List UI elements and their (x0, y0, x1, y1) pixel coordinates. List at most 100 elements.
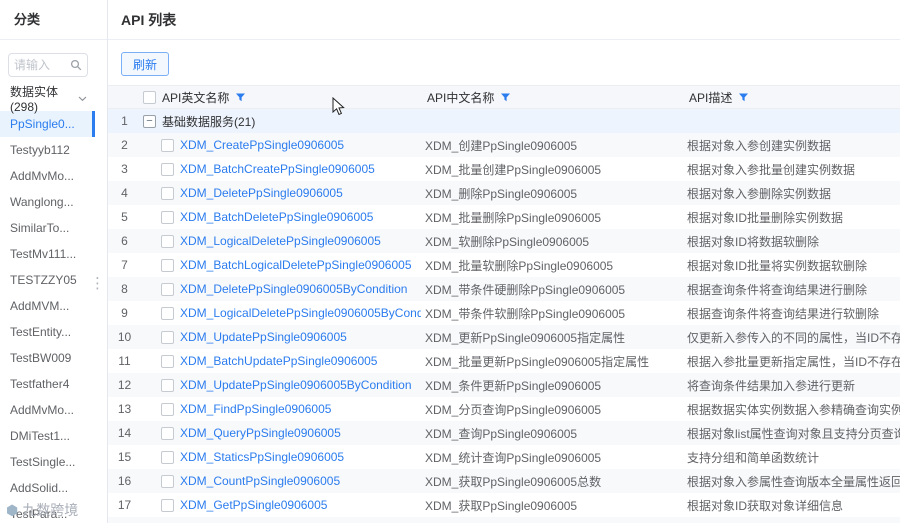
page-title: API 列表 (108, 0, 900, 40)
sidebar-item[interactable]: SimilarTo... (0, 215, 95, 241)
api-en-link[interactable]: XDM_UpdatePpSingle0906005ByCondition (180, 378, 412, 392)
row-checkbox[interactable] (161, 306, 174, 320)
filter-icon[interactable] (235, 92, 246, 103)
api-en-link[interactable]: XDM_BatchCreatePpSingle0906005 (180, 162, 375, 176)
row-number: 12 (117, 378, 132, 392)
api-en-link[interactable]: XDM_QueryPpSingle0906005 (180, 426, 341, 440)
table-row: 5 XDM_BatchDeletePpSingle0906005 XDM_批量删除P… (108, 205, 900, 229)
sidebar-item[interactable]: Wanglong... (0, 189, 95, 215)
column-header-zh: API中文名称 (427, 90, 495, 105)
api-zh-name: XDM_批量更新PpSingle0906005指定属性 (425, 354, 650, 369)
row-checkbox[interactable] (161, 234, 174, 248)
api-en-link[interactable]: XDM_FindPpSingle0906005 (180, 402, 331, 416)
api-zh-name: XDM_条件更新PpSingle0906005 (425, 378, 602, 393)
api-desc: 根据对象ID批量将实例数据软删除 (687, 258, 868, 273)
api-zh-name: XDM_带条件硬删除PpSingle0906005 (425, 282, 626, 297)
api-en-link[interactable]: XDM_BatchDeletePpSingle0906005 (180, 210, 373, 224)
row-number: 6 (121, 234, 128, 248)
search-box[interactable] (8, 53, 88, 77)
api-en-link[interactable]: XDM_DeletePpSingle0906005 (180, 186, 343, 200)
row-checkbox[interactable] (161, 330, 174, 344)
row-number: 10 (117, 330, 132, 344)
api-en-link[interactable]: XDM_BatchLogicalDeletePpSingle0906005 (180, 258, 412, 272)
sidebar-item[interactable]: TestMv111... (0, 241, 95, 267)
sidebar-item[interactable]: Testfather4 (0, 371, 95, 397)
sidebar-item[interactable]: TestSingle... (0, 449, 95, 475)
api-en-link[interactable]: XDM_LogicalDeletePpSingle0906005ByCondit… (180, 306, 421, 320)
sidebar-item[interactable]: DMiTest1... (0, 423, 95, 449)
api-en-link[interactable]: XDM_BatchUpdatePpSingle0906005 (180, 354, 377, 368)
api-en-link[interactable]: XDM_GetPpSingle0906005 (180, 498, 327, 512)
refresh-button[interactable]: 刷新 (121, 52, 170, 76)
row-number: 2 (121, 138, 128, 152)
api-desc: 根据对象ID获取对象详细信息 (687, 498, 844, 513)
sidebar-resize-handle[interactable]: ⋮ (90, 276, 105, 291)
sidebar-item[interactable]: TestBW009 (0, 345, 95, 371)
sidebar-item[interactable]: PpSingle0... (0, 111, 95, 137)
watermark-text: 九数跨境 (22, 502, 79, 518)
row-checkbox[interactable] (161, 162, 174, 176)
row-checkbox[interactable] (161, 282, 174, 296)
sidebar-item[interactable]: TestEntity... (0, 319, 95, 345)
sidebar-item[interactable]: TESTZZY05 (0, 267, 95, 293)
watermark: ⬢ 九数跨境 (6, 500, 78, 520)
sidebar-item[interactable]: AddMVM... (0, 293, 95, 319)
row-checkbox[interactable] (161, 426, 174, 440)
api-desc: 根据对象入参属性查询版本全量属性返回总数 (687, 474, 900, 489)
filter-icon[interactable] (500, 92, 511, 103)
api-en-link[interactable]: XDM_DeletePpSingle0906005ByCondition (180, 282, 407, 296)
api-desc: 将查询条件结果加入参进行更新 (687, 378, 856, 393)
api-desc: 根据对象ID批量获取对象详细信息 (683, 517, 900, 523)
row-checkbox[interactable] (161, 258, 174, 272)
row-number: 8 (121, 282, 128, 296)
select-all-checkbox[interactable] (143, 90, 156, 104)
row-number: 14 (117, 426, 132, 440)
row-number: 18 (108, 517, 141, 523)
api-zh-name: XDM_查询PpSingle0906005 (425, 426, 578, 441)
row-checkbox[interactable] (161, 186, 174, 200)
table-header-row: API英文名称 API中文名称 API描述 (108, 85, 900, 109)
row-checkbox[interactable] (161, 138, 174, 152)
table-row: 12 XDM_UpdatePpSingle0906005ByCondition XD… (108, 373, 900, 397)
collapse-toggle-icon[interactable]: − (143, 114, 156, 128)
sidebar-item[interactable]: Testyyb112 (0, 137, 95, 163)
api-desc: 根据对象list属性查询对象且支持分页查询 (687, 426, 900, 441)
api-en-link[interactable]: XDM_StaticsPpSingle0906005 (180, 450, 344, 464)
api-desc: 根据对象入参创建实例数据 (687, 138, 832, 153)
search-input[interactable] (14, 58, 70, 72)
row-checkbox[interactable] (161, 378, 174, 392)
api-en-link[interactable]: XDM_LogicalDeletePpSingle0906005 (180, 234, 381, 248)
api-en-link[interactable]: XDM_CreatePpSingle0906005 (180, 138, 344, 152)
table-row: 6 XDM_LogicalDeletePpSingle0906005 XDM_软删除… (108, 229, 900, 253)
row-number: 9 (121, 306, 128, 320)
api-table: API英文名称 API中文名称 API描述 1 − 基础数据服务(21) 2 X… (108, 85, 900, 523)
sidebar-item[interactable]: AddMvMo... (0, 397, 95, 423)
api-en-link[interactable]: XDM_UpdatePpSingle0906005 (180, 330, 347, 344)
row-checkbox[interactable] (161, 210, 174, 224)
api-table-wrap: API英文名称 API中文名称 API描述 1 − 基础数据服务(21) 2 X… (108, 85, 900, 523)
api-desc: 根据入参批量更新指定属性，当ID不存在时，不处理传入的数据 (687, 354, 900, 369)
header-desc-cell: API描述 (683, 85, 900, 109)
row-checkbox[interactable] (161, 450, 174, 464)
api-zh-name: XDM_统计查询PpSingle0906005 (425, 450, 602, 465)
row-checkbox[interactable] (161, 402, 174, 416)
api-zh-name: XDM_软删除PpSingle0906005 (425, 234, 590, 249)
row-checkbox[interactable] (161, 498, 174, 512)
category-sidebar: 分类 数据实体(298) PpSingle0...Testyyb112AddMv… (0, 0, 108, 523)
table-row: 2 XDM_CreatePpSingle0906005 XDM_创建PpSingle… (108, 133, 900, 157)
table-row: 7 XDM_BatchLogicalDeletePpSingle0906005 XD… (108, 253, 900, 277)
toolbar: 刷新 (108, 40, 900, 85)
row-number: 4 (121, 186, 128, 200)
api-en-link[interactable]: XDM_CountPpSingle0906005 (180, 474, 340, 488)
search-icon[interactable] (70, 59, 82, 71)
row-checkbox[interactable] (161, 474, 174, 488)
sidebar-item[interactable]: AddSolid... (0, 475, 95, 501)
sidebar-item[interactable]: AddMvMo... (0, 163, 95, 189)
api-desc: 根据数据实体实例数据入参精确查询实例数据且支持分页 (687, 402, 900, 417)
filter-icon[interactable] (738, 92, 749, 103)
row-number: 3 (121, 162, 128, 176)
row-checkbox[interactable] (161, 354, 174, 368)
table-row: 16 XDM_CountPpSingle0906005 XDM_获取PpSingle… (108, 469, 900, 493)
entity-group-toggle[interactable]: 数据实体(298) (0, 85, 95, 114)
api-desc: 根据对象ID批量删除实例数据 (687, 210, 844, 225)
